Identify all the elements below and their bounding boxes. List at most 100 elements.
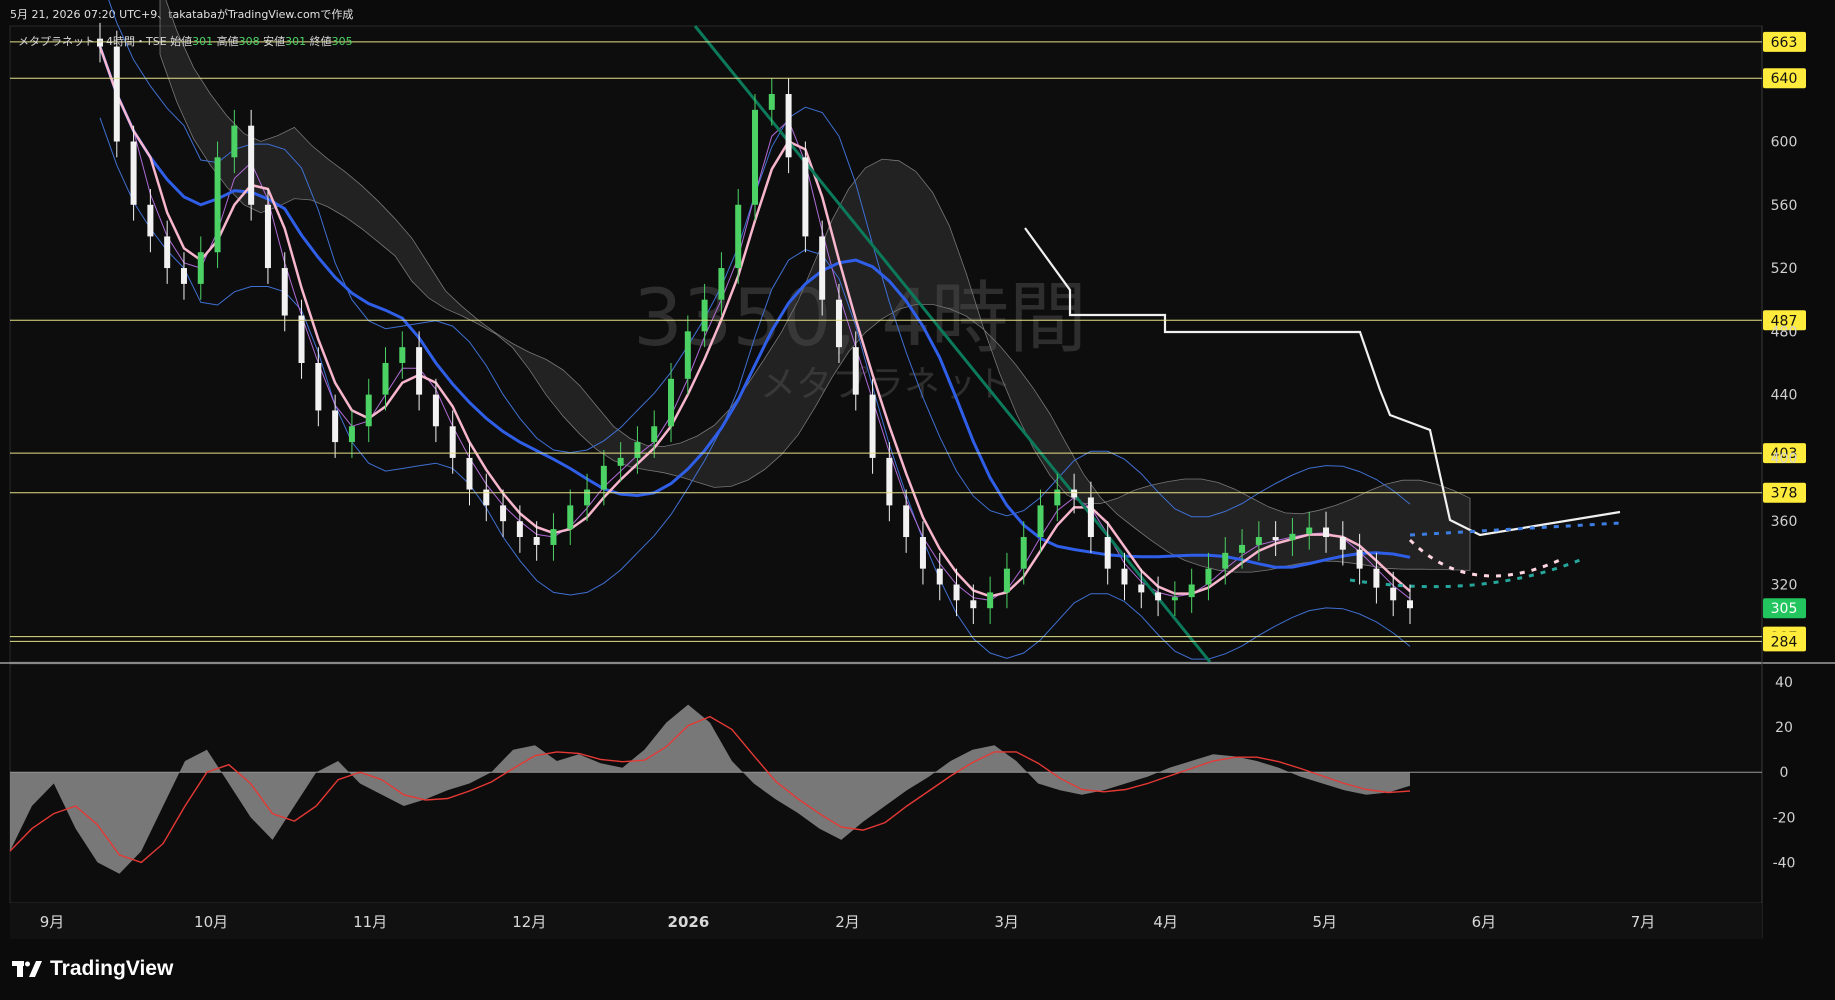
osc-tick--40: -40 bbox=[1773, 855, 1796, 871]
candle-body bbox=[1289, 533, 1296, 541]
last-price-label: 305 bbox=[1771, 601, 1798, 617]
candle-body bbox=[315, 362, 322, 411]
time-label: 10月 bbox=[194, 913, 228, 931]
candle-body bbox=[1037, 505, 1044, 538]
price-tick-440: 440 bbox=[1771, 388, 1798, 404]
candle-body bbox=[987, 592, 994, 609]
candle-body bbox=[348, 426, 355, 443]
candle-body bbox=[1255, 537, 1262, 545]
candle-body bbox=[617, 457, 624, 466]
candle-body bbox=[1356, 549, 1363, 569]
candle-body bbox=[1020, 537, 1027, 569]
candle-body bbox=[785, 94, 792, 158]
candle-body bbox=[113, 46, 120, 142]
candle-body bbox=[516, 521, 523, 538]
candle-body bbox=[1087, 497, 1094, 538]
candle-body bbox=[298, 315, 305, 363]
candle-body bbox=[130, 141, 137, 205]
candle-body bbox=[164, 236, 171, 269]
candle-body bbox=[970, 600, 977, 609]
candle-body bbox=[735, 204, 742, 269]
candle-body bbox=[1155, 592, 1162, 601]
ohlc-legend: メタプラネット・4時間・TSE 始値301 高値308 安値301 終値305 bbox=[18, 33, 353, 49]
candle-body bbox=[1003, 568, 1010, 593]
candle-body bbox=[835, 299, 842, 348]
open-label: 始値 bbox=[170, 35, 193, 48]
osc-tick-20: 20 bbox=[1775, 720, 1793, 736]
candle-body bbox=[197, 252, 204, 284]
candle-body bbox=[1104, 537, 1111, 569]
candle-body bbox=[180, 268, 187, 284]
candle-body bbox=[365, 394, 372, 427]
candle-body bbox=[567, 505, 574, 530]
candle-body bbox=[1171, 597, 1178, 601]
close-value: 305 bbox=[331, 35, 353, 48]
candle-body bbox=[466, 457, 473, 490]
candle-body bbox=[1054, 489, 1061, 506]
candle-body bbox=[953, 584, 960, 601]
candle-body bbox=[248, 125, 255, 205]
time-label: 3月 bbox=[994, 913, 1019, 931]
candle-body bbox=[432, 394, 439, 427]
low-label: 安値 bbox=[263, 35, 286, 48]
brand-name: TradingView bbox=[50, 957, 174, 980]
chart-canvas[interactable]: 3350, 4時間メタプラネット 66364048740337828728430… bbox=[0, 0, 1835, 1000]
price-tick-520: 520 bbox=[1771, 261, 1798, 277]
price-tick-360: 360 bbox=[1771, 514, 1798, 530]
candle-body bbox=[584, 489, 591, 506]
candle-body bbox=[718, 268, 725, 300]
candle-body bbox=[903, 505, 910, 538]
symbol-label: メタプラネット・4時間・TSE bbox=[18, 35, 167, 48]
candle-body bbox=[869, 394, 876, 458]
brand-footer[interactable]: TradingView bbox=[12, 956, 173, 982]
candle-body bbox=[919, 537, 926, 569]
time-label: 7月 bbox=[1631, 913, 1656, 931]
price-tick-320: 320 bbox=[1771, 577, 1798, 593]
candle-body bbox=[1323, 527, 1330, 538]
price-tick-560: 560 bbox=[1771, 198, 1798, 214]
low-value: 301 bbox=[285, 35, 307, 48]
candle-body bbox=[550, 529, 557, 545]
tradingview-logo-icon bbox=[12, 961, 42, 977]
time-label: 11月 bbox=[353, 913, 387, 931]
price-tick-480: 480 bbox=[1771, 324, 1798, 340]
candle-body bbox=[264, 204, 271, 269]
candle-body bbox=[651, 426, 658, 443]
candle-body bbox=[1239, 544, 1246, 553]
time-label: 2026 bbox=[668, 913, 710, 931]
level-label-378: 378 bbox=[1771, 486, 1798, 502]
level-label-640: 640 bbox=[1771, 71, 1798, 87]
candle-body bbox=[281, 268, 288, 316]
candle-body bbox=[1390, 587, 1397, 601]
candle-body bbox=[852, 347, 859, 395]
level-label-663: 663 bbox=[1771, 35, 1798, 51]
candle-body bbox=[634, 442, 641, 458]
osc-tick-40: 40 bbox=[1775, 675, 1793, 691]
candle-body bbox=[819, 236, 826, 300]
candle-body bbox=[1222, 552, 1229, 569]
candle-body bbox=[668, 378, 675, 427]
candle-body bbox=[1188, 584, 1195, 598]
candle-body bbox=[1138, 584, 1145, 593]
candle-body bbox=[483, 489, 490, 506]
candle-body bbox=[1407, 600, 1413, 609]
candle-body bbox=[1205, 568, 1212, 585]
price-tick-600: 600 bbox=[1771, 134, 1798, 150]
candle-body bbox=[214, 157, 221, 253]
level-label-284: 284 bbox=[1771, 634, 1798, 650]
candle-body bbox=[416, 347, 423, 395]
candle-body bbox=[399, 347, 406, 363]
candle-body bbox=[1272, 537, 1279, 541]
candle-body bbox=[332, 410, 339, 443]
high-value: 308 bbox=[238, 35, 260, 48]
candle-body bbox=[684, 331, 691, 379]
candle-body bbox=[1071, 489, 1078, 498]
osc-tick-0: 0 bbox=[1780, 765, 1789, 781]
candle-body bbox=[500, 505, 507, 522]
time-label: 5月 bbox=[1313, 913, 1338, 931]
candle-body bbox=[1306, 527, 1313, 534]
candle-body bbox=[886, 457, 893, 506]
candle-body bbox=[768, 94, 775, 110]
time-label: 2月 bbox=[835, 913, 860, 931]
time-label: 6月 bbox=[1472, 913, 1497, 931]
